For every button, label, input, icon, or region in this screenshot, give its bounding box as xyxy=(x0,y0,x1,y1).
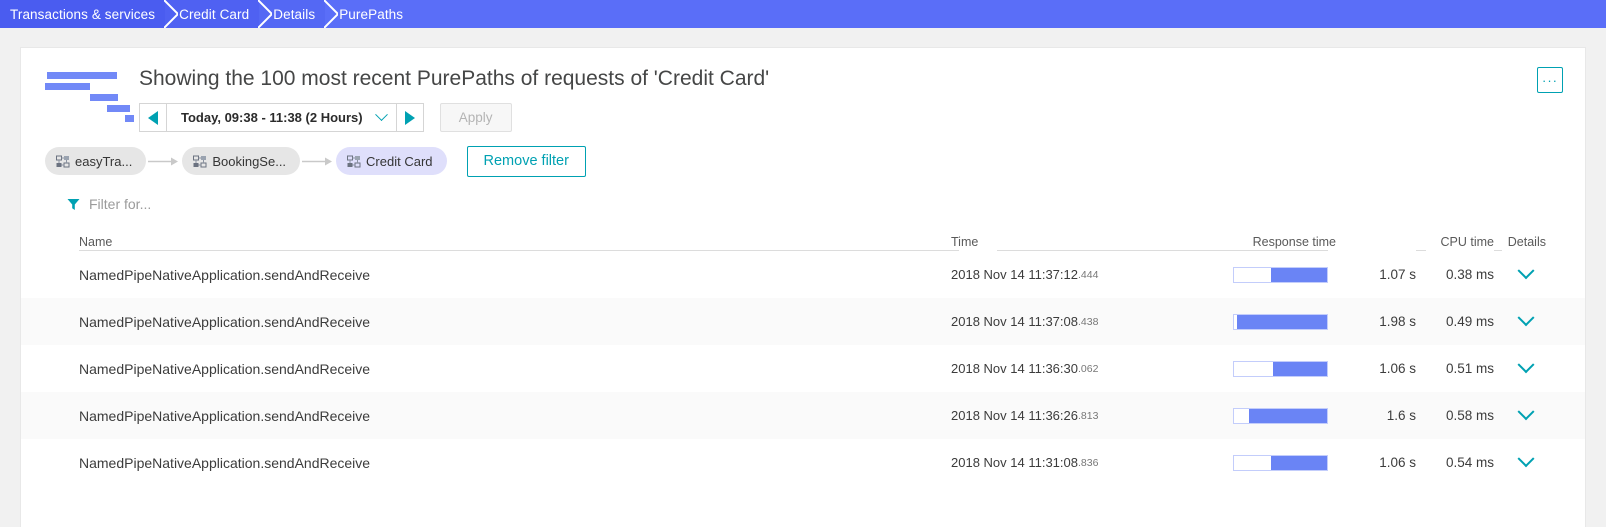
column-header-cpu-time[interactable]: CPU time xyxy=(1416,235,1494,251)
table-row[interactable]: NamedPipeNativeApplication.sendAndReceiv… xyxy=(21,439,1585,486)
cell-name: NamedPipeNativeApplication.sendAndReceiv… xyxy=(79,360,371,377)
cell-response-bar xyxy=(1151,454,1336,471)
chip-connector-arrow-icon xyxy=(300,157,336,166)
breadcrumb: Transactions & services Credit Card Deta… xyxy=(0,0,1606,28)
cell-time: 2018 Nov 14 11:37:12.444 xyxy=(951,267,1099,282)
chevron-down-icon xyxy=(1517,449,1535,467)
cell-time: 2018 Nov 14 11:37:08.438 xyxy=(951,314,1099,329)
breadcrumb-label: Details xyxy=(273,6,316,22)
filter-chips: easyTra... BookingSe... Credit Card Remo… xyxy=(45,145,1585,177)
cell-name: NamedPipeNativeApplication.sendAndReceiv… xyxy=(79,454,371,471)
cell-response-bar xyxy=(1151,313,1336,330)
cell-time-milliseconds: .813 xyxy=(1077,409,1099,422)
table-row[interactable]: NamedPipeNativeApplication.sendAndReceiv… xyxy=(21,298,1585,345)
filter-chip-easytravel[interactable]: easyTra... xyxy=(45,147,147,175)
expand-details-button[interactable] xyxy=(1494,355,1566,375)
chevron-down-icon xyxy=(374,108,388,122)
cell-time: 2018 Nov 14 11:31:08.836 xyxy=(951,455,1099,470)
filter-for-input[interactable]: Filter for... xyxy=(67,193,1585,215)
chevron-down-icon xyxy=(1517,261,1535,279)
timeframe-next-button[interactable] xyxy=(396,103,424,132)
breadcrumb-label: Credit Card xyxy=(179,6,250,22)
cell-cpu-time: 0.49 ms xyxy=(1445,314,1494,329)
cell-response-bar xyxy=(1151,266,1336,283)
filter-for-placeholder: Filter for... xyxy=(89,196,152,212)
cell-response-time: 1.07 s xyxy=(1379,267,1416,282)
response-time-bar xyxy=(1233,313,1328,330)
filter-chip-bookingservice[interactable]: BookingSe... xyxy=(182,147,301,175)
cell-time-milliseconds: .438 xyxy=(1077,315,1099,328)
chip-label: easyTra... xyxy=(75,153,133,169)
breadcrumb-item-transactions-services[interactable]: Transactions & services xyxy=(0,0,179,28)
chevron-down-icon xyxy=(1517,402,1535,420)
remove-filter-button[interactable]: Remove filter xyxy=(466,145,586,177)
breadcrumb-separator-icon xyxy=(164,0,179,28)
table-header-row: Name Time Response time CPU time Details xyxy=(21,229,1585,251)
response-time-bar xyxy=(1233,266,1328,283)
expand-details-button[interactable] xyxy=(1494,449,1566,469)
cell-time: 2018 Nov 14 11:36:26.813 xyxy=(951,408,1099,423)
column-header-response-time[interactable]: Response time xyxy=(1151,235,1336,251)
cell-response-bar xyxy=(1151,360,1336,377)
response-time-bar xyxy=(1233,407,1328,424)
cell-response-time: 1.98 s xyxy=(1379,314,1416,329)
chip-connector-arrow-icon xyxy=(146,157,182,166)
table-row[interactable]: NamedPipeNativeApplication.sendAndReceiv… xyxy=(21,345,1585,392)
response-time-bar xyxy=(1233,360,1328,377)
filter-chip-credit-card[interactable]: Credit Card xyxy=(336,147,447,175)
expand-details-button[interactable] xyxy=(1494,308,1566,328)
timeframe-dropdown[interactable]: Today, 09:38 - 11:38 (2 Hours) xyxy=(166,103,397,132)
service-icon xyxy=(347,155,361,167)
column-header-name[interactable]: Name xyxy=(21,235,951,251)
table-row[interactable]: NamedPipeNativeApplication.sendAndReceiv… xyxy=(21,251,1585,298)
page-title: Showing the 100 most recent PurePaths of… xyxy=(139,67,770,90)
column-header-time[interactable]: Time xyxy=(951,235,1151,251)
more-options-button[interactable]: ··· xyxy=(1537,67,1563,93)
cell-time-milliseconds: .062 xyxy=(1077,362,1099,375)
cell-name: NamedPipeNativeApplication.sendAndReceiv… xyxy=(79,313,371,330)
cell-response-time: 1.06 s xyxy=(1379,455,1416,470)
cell-response-time: 1.06 s xyxy=(1379,361,1416,376)
purepaths-table: Name Time Response time CPU time Details… xyxy=(21,229,1585,486)
cell-cpu-time: 0.51 ms xyxy=(1445,361,1494,376)
purepaths-card: Showing the 100 most recent PurePaths of… xyxy=(20,47,1586,527)
triangle-left-icon xyxy=(148,110,158,125)
timeframe-value: Today, 09:38 - 11:38 (2 Hours) xyxy=(181,110,363,125)
purepaths-waterfall-icon xyxy=(45,70,134,122)
card-header: Showing the 100 most recent PurePaths of… xyxy=(21,48,1585,215)
cell-time-milliseconds: .444 xyxy=(1077,268,1099,281)
cell-time: 2018 Nov 14 11:36:30.062 xyxy=(951,361,1099,376)
cell-cpu-time: 0.54 ms xyxy=(1445,455,1494,470)
breadcrumb-label: Transactions & services xyxy=(10,6,156,22)
cell-name: NamedPipeNativeApplication.sendAndReceiv… xyxy=(79,266,371,283)
cell-cpu-time: 0.58 ms xyxy=(1445,408,1494,423)
cell-name: NamedPipeNativeApplication.sendAndReceiv… xyxy=(79,407,371,424)
cell-response-bar xyxy=(1151,407,1336,424)
cell-response-time: 1.6 s xyxy=(1386,408,1416,423)
breadcrumb-separator-icon xyxy=(258,0,273,28)
breadcrumb-separator-icon xyxy=(324,0,339,28)
apply-button[interactable]: Apply xyxy=(439,103,512,132)
table-row[interactable]: NamedPipeNativeApplication.sendAndReceiv… xyxy=(21,392,1585,439)
breadcrumb-label: PurePaths xyxy=(339,6,404,22)
chevron-down-icon xyxy=(1517,308,1535,326)
funnel-icon xyxy=(67,198,80,210)
column-header-details: Details xyxy=(1494,235,1566,251)
cell-time-milliseconds: .836 xyxy=(1077,456,1099,469)
service-icon xyxy=(193,155,207,167)
cell-cpu-time: 0.38 ms xyxy=(1445,267,1494,282)
breadcrumb-item-purepaths[interactable]: PurePaths xyxy=(325,0,1606,28)
table-body: NamedPipeNativeApplication.sendAndReceiv… xyxy=(21,251,1585,486)
expand-details-button[interactable] xyxy=(1494,402,1566,422)
chevron-down-icon xyxy=(1517,355,1535,373)
response-time-bar xyxy=(1233,454,1328,471)
triangle-right-icon xyxy=(404,110,415,125)
chip-label: BookingSe... xyxy=(212,153,287,169)
expand-details-button[interactable] xyxy=(1494,261,1566,281)
service-icon xyxy=(56,155,70,167)
chip-label: Credit Card xyxy=(366,153,433,169)
timeframe-selector: Today, 09:38 - 11:38 (2 Hours) Apply xyxy=(139,103,1585,132)
breadcrumb-item-credit-card[interactable]: Credit Card xyxy=(165,0,273,28)
timeframe-previous-button[interactable] xyxy=(139,103,166,132)
